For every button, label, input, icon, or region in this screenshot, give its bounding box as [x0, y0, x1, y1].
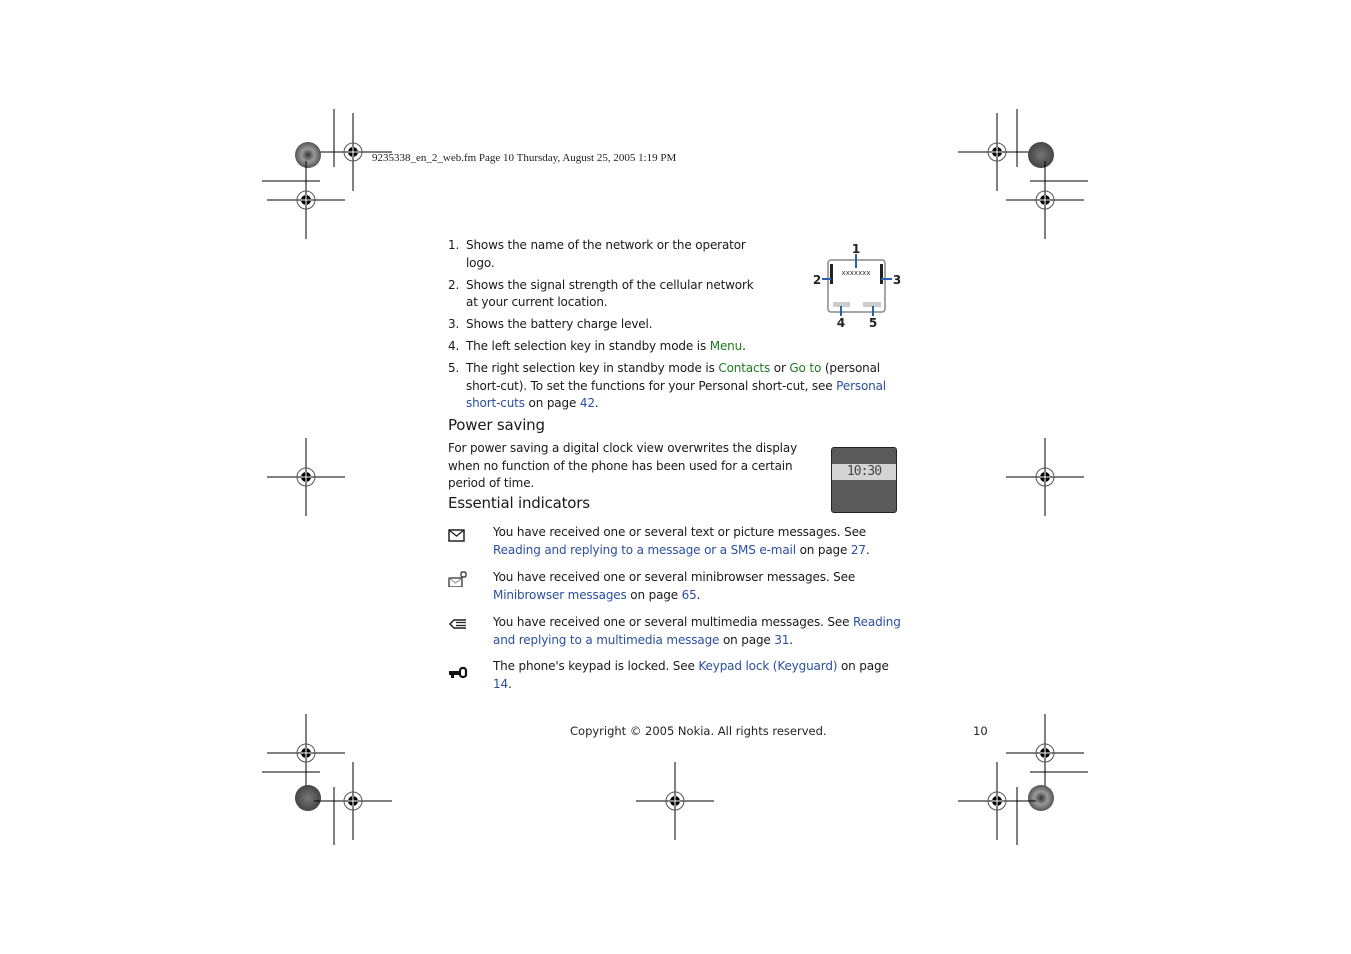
clock-time: 10:30	[832, 464, 896, 480]
menu-term: Go to	[789, 361, 822, 376]
list-item: 1. Shows the name of the network or the o…	[448, 237, 766, 272]
text-run: at your current location.	[466, 295, 608, 310]
copyright-text: Copyright © 2005 Nokia. All rights reser…	[570, 724, 827, 738]
text-run: on page	[719, 632, 775, 647]
text-run: .	[507, 676, 512, 691]
cross-reference-link[interactable]: 27	[851, 543, 866, 557]
essential-indicators-heading: Essential indicators	[448, 494, 590, 512]
cross-reference-link[interactable]: Minibrowser messages	[493, 588, 627, 602]
list-number: 5.	[448, 361, 460, 376]
indicator-text: You have received one or several minibro…	[493, 569, 908, 604]
text-run: Shows the name of the network or the ope…	[466, 238, 746, 270]
text-run: The phone's keypad is locked. See	[493, 659, 699, 673]
text-run: .	[742, 339, 746, 354]
menu-term: Menu	[709, 339, 743, 354]
operator-name-placeholder: xxxxxxx	[842, 269, 871, 277]
registration-mark	[313, 112, 393, 192]
cross-reference-link[interactable]: Keypad lock (Keyguard)	[698, 659, 837, 673]
list-item: 2. Shows the signal strength of the cellu…	[448, 277, 756, 312]
callout-1: 1	[852, 242, 860, 256]
cross-reference-link[interactable]: 14	[493, 677, 508, 691]
color-target-mark	[1028, 785, 1054, 811]
list-number: 2.	[448, 277, 460, 292]
indicator-text: The phone's keypad is locked. See Keypad…	[493, 658, 908, 693]
registration-mark	[266, 437, 346, 517]
callout-4: 4	[837, 316, 845, 330]
color-target-mark	[295, 142, 321, 168]
list-number: 1.	[448, 238, 460, 252]
registration-mark	[313, 761, 393, 841]
text-run: on page	[795, 542, 851, 557]
text-run: You have received one or several text or…	[493, 525, 867, 539]
text-run: You have received one or several minibro…	[493, 570, 856, 584]
text-run: .	[696, 587, 701, 602]
list-item: 3. Shows the battery charge level.	[448, 316, 766, 334]
clock-screen-image: 10:30	[831, 447, 897, 513]
text-run: on page	[837, 659, 889, 673]
list-item: 4. The left selection key in standby mode…	[448, 338, 766, 356]
page-number: 10	[973, 724, 988, 738]
text-run: .	[789, 632, 793, 647]
indicator-text: You have received one or several multime…	[493, 614, 908, 649]
registration-mark	[957, 761, 1037, 841]
registration-mark	[635, 761, 715, 841]
color-target-mark	[295, 785, 321, 811]
callout-2: 2	[813, 273, 821, 287]
callout-3: 3	[893, 273, 901, 287]
text-run: on page	[626, 587, 682, 602]
color-target-mark	[1028, 142, 1054, 168]
text-run: The right selection key in standby mode …	[466, 361, 719, 376]
menu-term: Contacts	[718, 361, 771, 376]
text-run: on page	[524, 396, 580, 411]
text-run: .	[594, 396, 599, 411]
cross-reference-link[interactable]: Reading and replying to a message or a S…	[493, 543, 796, 557]
text-run: The left selection key in standby mode i…	[466, 339, 710, 354]
registration-mark	[957, 112, 1037, 192]
standby-screen-diagram: xxxxxxx 1 2 3 4 5	[813, 242, 901, 330]
power-saving-text: For power saving a digital clock view ov…	[448, 441, 798, 490]
text-run: Shows the battery charge level.	[466, 317, 653, 332]
registration-mark	[1005, 160, 1085, 240]
minibrowser-message-icon	[448, 571, 467, 587]
list-number: 4.	[448, 339, 460, 354]
cross-reference-link[interactable]: 31	[774, 633, 789, 647]
cross-reference-link[interactable]: 42	[580, 396, 595, 410]
envelope-icon	[448, 529, 465, 542]
text-run: .	[865, 542, 870, 557]
text-run: You have received one or several multime…	[493, 615, 853, 629]
registration-mark	[1005, 437, 1085, 517]
registration-mark	[1005, 713, 1085, 793]
registration-mark	[266, 160, 346, 240]
list-item: 5. The right selection key in standby mod…	[448, 360, 911, 413]
indicator-text: You have received one or several text or…	[493, 524, 908, 559]
cross-reference-link[interactable]: 65	[682, 588, 697, 602]
list-number: 3.	[448, 317, 460, 332]
keypad-lock-icon	[449, 666, 468, 679]
multimedia-message-icon	[448, 619, 466, 629]
text-run: or	[770, 361, 790, 376]
power-saving-heading: Power saving	[448, 416, 545, 434]
callout-5: 5	[869, 316, 877, 330]
text-run: Shows the signal strength of the cellula…	[466, 277, 754, 292]
registration-mark	[266, 713, 346, 793]
